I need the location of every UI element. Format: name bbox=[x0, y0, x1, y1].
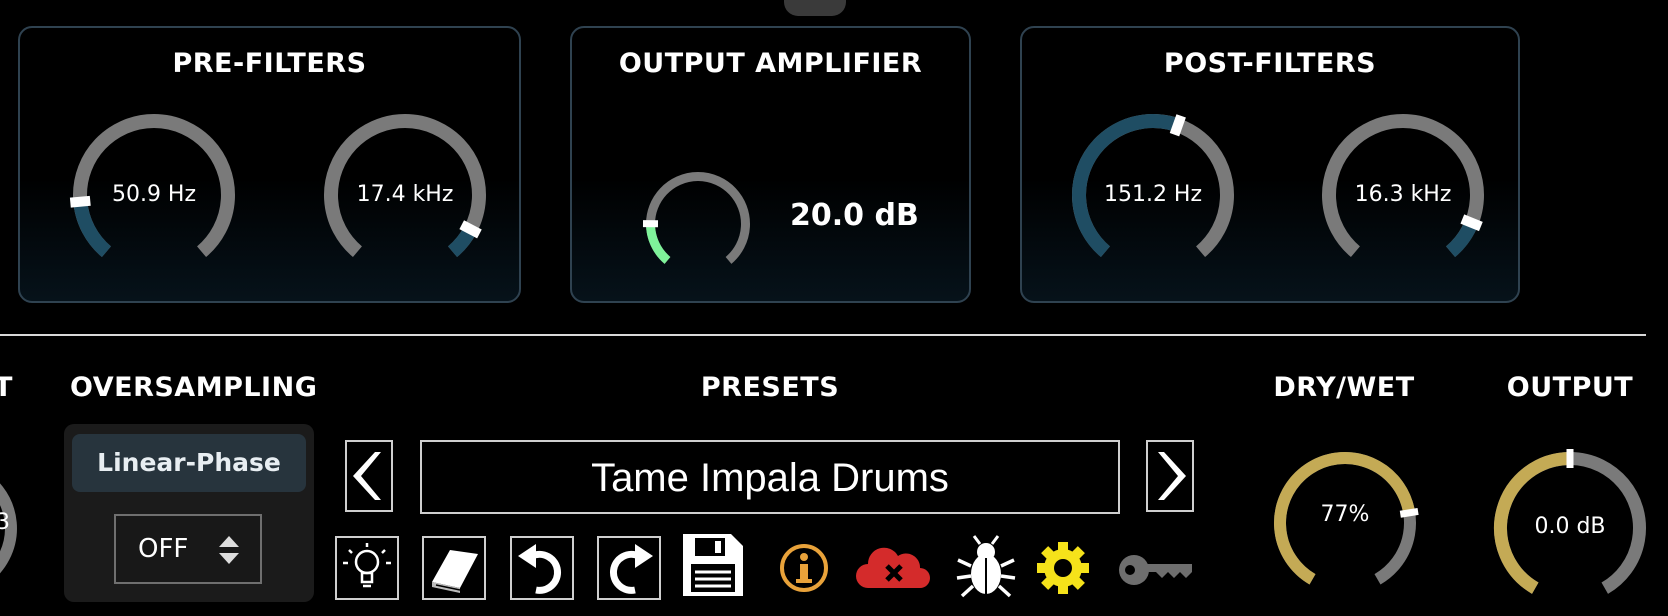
knob-fill bbox=[1445, 219, 1479, 258]
post-filters-title: POST-FILTERS bbox=[1163, 48, 1377, 79]
save-button[interactable] bbox=[681, 532, 745, 596]
next-preset-button[interactable] bbox=[1146, 440, 1194, 512]
manual-button[interactable] bbox=[422, 536, 486, 600]
updown-arrows-icon bbox=[219, 536, 239, 564]
knob-indicator bbox=[1460, 214, 1483, 232]
left-partial-knob[interactable]: 3 bbox=[0, 452, 44, 602]
post-filters-panel: POST-FILTERS 151.2 Hz 16.3 kHz bbox=[1020, 26, 1520, 303]
oversampling-selector[interactable]: OFF bbox=[114, 514, 262, 584]
amp-gain-knob[interactable] bbox=[642, 168, 754, 280]
oversampling-panel: Linear-Phase OFF bbox=[64, 424, 314, 602]
pre-filters-panel: PRE-FILTERS 50.9 Hz 17.4 kHz bbox=[18, 26, 521, 303]
amp-gain-arc bbox=[642, 172, 750, 264]
info-button[interactable] bbox=[774, 538, 838, 602]
knob-fill bbox=[73, 200, 112, 258]
chevron-left-icon bbox=[353, 452, 381, 500]
left-partial-value: 3 bbox=[0, 510, 10, 535]
pre-high-cut-knob[interactable]: 17.4 kHz bbox=[320, 110, 490, 280]
tips-button[interactable] bbox=[335, 536, 399, 600]
presets-title: PRESETS bbox=[700, 372, 840, 403]
output-value: 0.0 dB bbox=[1534, 514, 1606, 539]
oversampling-selector-value: OFF bbox=[138, 534, 189, 564]
info-icon bbox=[780, 544, 828, 592]
key-icon bbox=[1119, 555, 1192, 585]
top-handle bbox=[784, 0, 846, 16]
settings-button[interactable] bbox=[1033, 538, 1097, 602]
post-low-cut-value: 151.2 Hz bbox=[1103, 182, 1203, 207]
linear-phase-button[interactable]: Linear-Phase bbox=[72, 434, 306, 492]
post-high-cut-value: 16.3 kHz bbox=[1354, 182, 1452, 207]
license-button[interactable] bbox=[1116, 548, 1196, 592]
redo-button[interactable] bbox=[597, 536, 661, 600]
output-title: OUTPUT bbox=[1506, 372, 1634, 403]
oversampling-title: OVERSAMPLING bbox=[70, 372, 318, 403]
pre-low-cut-knob[interactable]: 50.9 Hz bbox=[69, 110, 239, 280]
cloud-error-icon bbox=[856, 547, 930, 588]
save-icon bbox=[683, 534, 743, 596]
pre-low-cut-value: 50.9 Hz bbox=[111, 182, 197, 207]
gear-icon bbox=[1037, 542, 1089, 594]
dry-wet-title: DRY/WET bbox=[1273, 372, 1415, 403]
lightbulb-icon bbox=[343, 543, 391, 588]
previous-preset-button[interactable] bbox=[345, 440, 393, 512]
left-partial-title: T bbox=[0, 372, 13, 403]
pre-high-cut-value: 17.4 kHz bbox=[356, 182, 454, 207]
amp-gain-value: 20.0 dB bbox=[790, 198, 919, 233]
chevron-right-icon bbox=[1158, 452, 1186, 500]
section-divider bbox=[0, 334, 1646, 336]
post-high-cut-knob[interactable]: 16.3 kHz bbox=[1318, 110, 1488, 280]
preset-name-display[interactable]: Tame Impala Drums bbox=[420, 440, 1120, 514]
knob-fill bbox=[646, 223, 671, 264]
bug-icon bbox=[956, 535, 1016, 598]
report-bug-button[interactable] bbox=[954, 534, 1018, 598]
redo-icon bbox=[610, 544, 653, 594]
undo-button[interactable] bbox=[510, 536, 574, 600]
output-amplifier-title: OUTPUT AMPLIFIER bbox=[618, 48, 923, 79]
pre-filters-title: PRE-FILTERS bbox=[172, 48, 367, 79]
output-knob[interactable]: 0.0 dB bbox=[1490, 448, 1650, 608]
undo-icon bbox=[518, 544, 561, 594]
book-icon bbox=[432, 550, 478, 593]
dry-wet-knob[interactable]: 77% bbox=[1270, 448, 1420, 598]
post-low-cut-knob[interactable]: 151.2 Hz bbox=[1068, 110, 1238, 280]
knob-track bbox=[646, 172, 750, 264]
knob-indicator bbox=[1169, 114, 1186, 137]
dry-wet-value: 77% bbox=[1320, 502, 1370, 527]
cloud-status-button[interactable] bbox=[854, 538, 934, 602]
output-amplifier-panel: OUTPUT AMPLIFIER 20.0 dB bbox=[570, 26, 971, 303]
